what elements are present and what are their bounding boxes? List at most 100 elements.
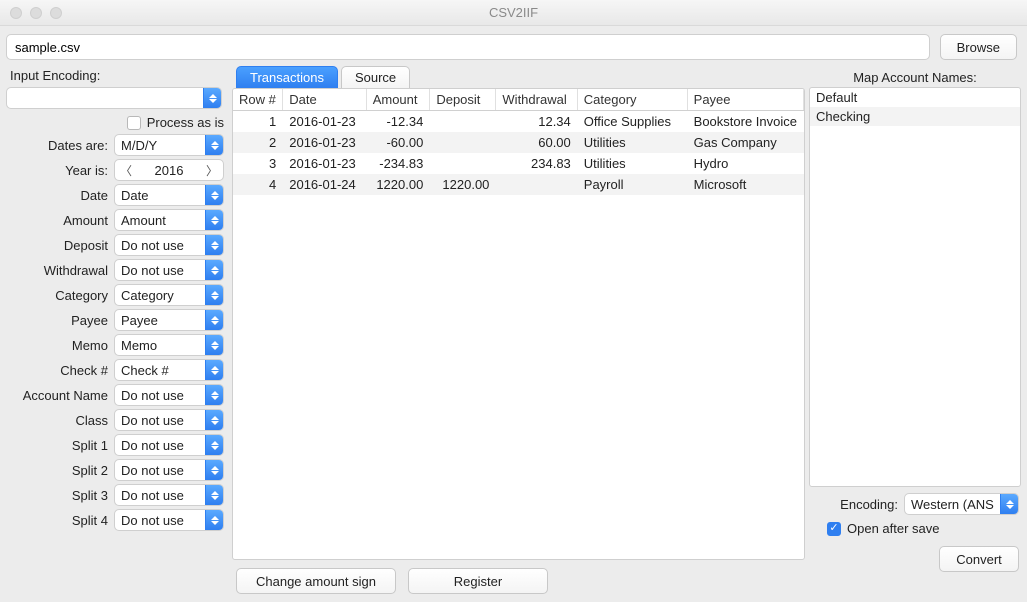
process-as-is-label: Process as is <box>147 115 224 130</box>
mapping-select[interactable]: Check # <box>114 359 224 381</box>
mapping-select[interactable]: Do not use <box>114 384 224 406</box>
chevrons-icon <box>205 385 223 405</box>
mapping-value: Amount <box>115 213 205 228</box>
cell-date: 2016-01-23 <box>283 153 366 174</box>
cell-withdrawal <box>496 174 577 195</box>
mapping-select[interactable]: Do not use <box>114 509 224 531</box>
chevrons-icon <box>205 485 223 505</box>
mapping-select[interactable]: Category <box>114 284 224 306</box>
mapping-select[interactable]: Do not use <box>114 484 224 506</box>
cell-deposit: 1220.00 <box>430 174 496 195</box>
chevrons-icon <box>205 460 223 480</box>
mapping-label: Class <box>6 413 114 428</box>
year-value: 2016 <box>137 163 201 178</box>
col-withdrawal[interactable]: Withdrawal <box>496 89 577 111</box>
mapping-value: Do not use <box>115 263 205 278</box>
cell-category: Office Supplies <box>577 111 687 133</box>
mapping-value: Payee <box>115 313 205 328</box>
mapping-label: Split 2 <box>6 463 114 478</box>
titlebar: CSV2IIF <box>0 0 1027 26</box>
mapping-label: Payee <box>6 313 114 328</box>
mapping-select[interactable]: Amount <box>114 209 224 231</box>
chevrons-icon <box>205 210 223 230</box>
mapping-label: Amount <box>6 213 114 228</box>
cell-date: 2016-01-23 <box>283 111 366 133</box>
chevron-right-icon[interactable]: 〉 <box>201 162 223 179</box>
register-button[interactable]: Register <box>408 568 548 594</box>
mapping-select[interactable]: Do not use <box>114 459 224 481</box>
window-controls <box>0 7 62 19</box>
chevrons-icon <box>205 360 223 380</box>
cell-category: Utilities <box>577 153 687 174</box>
dates-are-select[interactable]: M/D/Y <box>114 134 224 156</box>
mapping-select[interactable]: Do not use <box>114 409 224 431</box>
account-list[interactable]: DefaultChecking <box>809 87 1021 487</box>
map-accounts-title: Map Account Names: <box>809 66 1021 87</box>
col-row[interactable]: Row # <box>233 89 283 111</box>
mapping-grid: Dates are: M/D/Y Year is: 〈 2016 〉 Date D… <box>6 134 228 531</box>
list-item[interactable]: Default <box>810 88 1020 107</box>
browse-button[interactable]: Browse <box>940 34 1017 60</box>
file-path-input[interactable] <box>6 34 930 60</box>
convert-button[interactable]: Convert <box>939 546 1019 572</box>
cell-amount: -12.34 <box>366 111 430 133</box>
chevrons-icon <box>205 310 223 330</box>
bottom-bar: Change amount sign Register <box>232 560 805 602</box>
chevrons-icon <box>205 510 223 530</box>
left-panel: Input Encoding: Process as is Dates are:… <box>6 66 228 602</box>
mapping-value: Memo <box>115 338 205 353</box>
chevrons-icon <box>205 410 223 430</box>
mapping-select[interactable]: Do not use <box>114 234 224 256</box>
cell-row: 3 <box>233 153 283 174</box>
col-deposit[interactable]: Deposit <box>430 89 496 111</box>
minimize-icon[interactable] <box>30 7 42 19</box>
year-stepper[interactable]: 〈 2016 〉 <box>114 159 224 181</box>
mapping-label: Category <box>6 288 114 303</box>
mapping-value: Do not use <box>115 488 205 503</box>
cell-deposit <box>430 111 496 133</box>
mapping-value: Do not use <box>115 388 205 403</box>
table-row[interactable]: 32016-01-23-234.83234.83UtilitiesHydro <box>233 153 804 174</box>
zoom-icon[interactable] <box>50 7 62 19</box>
tab-transactions[interactable]: Transactions <box>236 66 338 88</box>
col-payee[interactable]: Payee <box>687 89 803 111</box>
input-encoding-select[interactable] <box>6 87 222 109</box>
mapping-select[interactable]: Memo <box>114 334 224 356</box>
window-title: CSV2IIF <box>0 5 1027 20</box>
mapping-select[interactable]: Date <box>114 184 224 206</box>
close-icon[interactable] <box>10 7 22 19</box>
mapping-label: Check # <box>6 363 114 378</box>
chevron-left-icon[interactable]: 〈 <box>115 162 137 179</box>
cell-deposit <box>430 153 496 174</box>
year-is-label: Year is: <box>6 163 114 178</box>
chevrons-icon <box>205 260 223 280</box>
col-amount[interactable]: Amount <box>366 89 430 111</box>
mapping-value: Do not use <box>115 413 205 428</box>
cell-withdrawal: 234.83 <box>496 153 577 174</box>
chevrons-icon <box>205 435 223 455</box>
cell-category: Payroll <box>577 174 687 195</box>
table-row[interactable]: 42016-01-241220.001220.00PayrollMicrosof… <box>233 174 804 195</box>
tab-source[interactable]: Source <box>341 66 410 88</box>
open-after-save-checkbox[interactable] <box>827 522 841 536</box>
change-amount-sign-button[interactable]: Change amount sign <box>236 568 396 594</box>
output-encoding-select[interactable]: Western (ANS <box>904 493 1019 515</box>
table-row[interactable]: 12016-01-23-12.3412.34Office SuppliesBoo… <box>233 111 804 133</box>
cell-row: 1 <box>233 111 283 133</box>
table-row[interactable]: 22016-01-23-60.0060.00UtilitiesGas Compa… <box>233 132 804 153</box>
col-category[interactable]: Category <box>577 89 687 111</box>
cell-row: 4 <box>233 174 283 195</box>
mapping-label: Deposit <box>6 238 114 253</box>
chevrons-icon <box>205 185 223 205</box>
mapping-select[interactable]: Do not use <box>114 259 224 281</box>
chevrons-icon <box>205 235 223 255</box>
col-date[interactable]: Date <box>283 89 366 111</box>
process-as-is-checkbox[interactable] <box>127 116 141 130</box>
mapping-label: Split 1 <box>6 438 114 453</box>
mapping-select[interactable]: Payee <box>114 309 224 331</box>
list-item[interactable]: Checking <box>810 107 1020 126</box>
mapping-label: Withdrawal <box>6 263 114 278</box>
mapping-select[interactable]: Do not use <box>114 434 224 456</box>
chevrons-icon <box>205 285 223 305</box>
dates-are-label: Dates are: <box>6 138 114 153</box>
